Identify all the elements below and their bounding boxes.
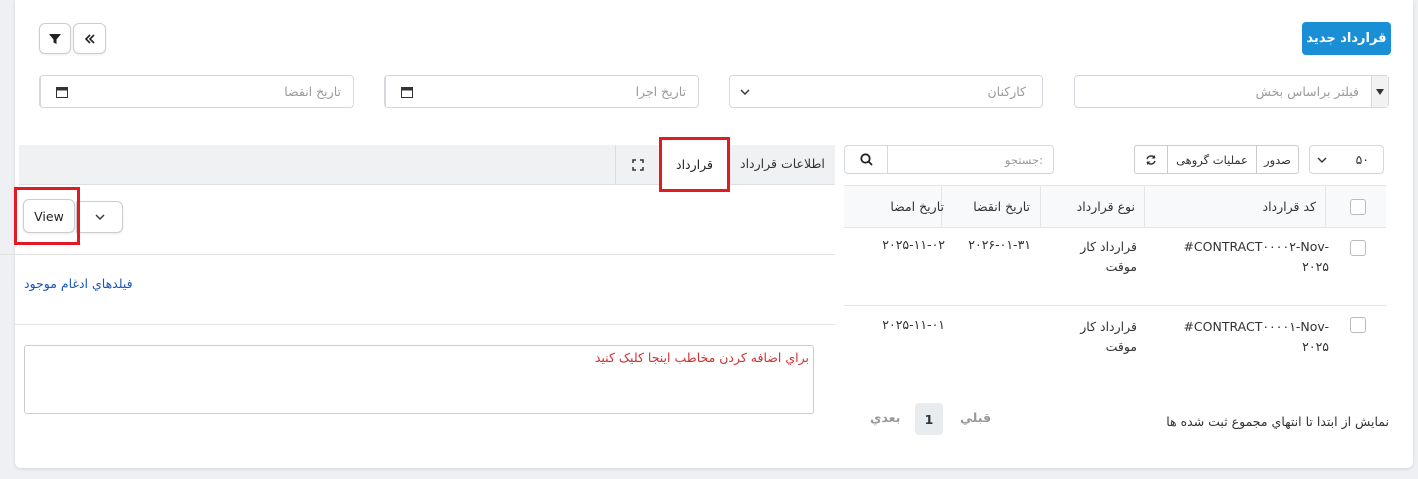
row-code: #CONTRACT۰۰۰۰۱-Nov- ۲۰۲۵ [1183, 317, 1329, 357]
add-contact-link[interactable]: براي اضافه کردن مخاطب اينجا کليک کنيد [595, 350, 809, 365]
caret-down-icon [1376, 88, 1384, 95]
filter-icon [49, 33, 61, 44]
row-type-line1: قرارداد کار [1080, 239, 1137, 254]
export-button[interactable]: صدور [1257, 146, 1298, 173]
row-code-line2: ۲۰۲۵ [1302, 259, 1329, 274]
contact-box[interactable]: براي اضافه کردن مخاطب اينجا کليک کنيد [24, 345, 814, 414]
exec-date-placeholder: تاریخ اجرا [635, 84, 686, 99]
exec-date-filter[interactable]: تاریخ اجرا [384, 75, 699, 108]
chevron-down-icon [1317, 157, 1327, 163]
row-code-line1: #CONTRACT۰۰۰۰۱-Nov- [1183, 319, 1329, 334]
table-search[interactable]: جستجو: [844, 145, 1054, 174]
refresh-button[interactable] [1135, 146, 1168, 173]
view-button-label: View [34, 208, 64, 224]
calendar-icon [401, 86, 413, 98]
collapse-button[interactable] [73, 23, 106, 54]
tab-contract-label: قرارداد [676, 157, 713, 172]
expand-icon [631, 159, 644, 171]
table-header: کد قرارداد نوع قرارداد تاریخ انقضا تاریخ… [844, 185, 1386, 228]
row-type-line2: موقت [1105, 339, 1137, 354]
col-sign-header[interactable]: تاریخ امضا [890, 199, 944, 214]
filter-button[interactable] [39, 23, 71, 54]
col-expire-header[interactable]: تاریخ انقضا [973, 199, 1030, 214]
row-sign: ۲۰۲۵-۱۱-۰۲ [882, 237, 945, 252]
row-code: #CONTRACT۰۰۰۰۲-Nov- ۲۰۲۵ [1183, 237, 1329, 277]
col-type-header[interactable]: نوع قرارداد [1077, 199, 1135, 214]
tab-contract-info[interactable]: اطلاعات قرارداد [740, 156, 825, 171]
expire-date-placeholder: تاریخ انقضا [284, 84, 341, 99]
row-code-line2: ۲۰۲۵ [1302, 339, 1329, 354]
refresh-icon [1146, 154, 1156, 165]
table-info: نمایش از ابتدا تا انتهاي مجموع ثبت شده ه… [1166, 414, 1389, 429]
row-checkbox[interactable] [1350, 317, 1366, 333]
section-placeholder: فیلتر براساس بخش [1255, 84, 1359, 99]
page-1-label: 1 [924, 411, 934, 427]
row-type-line2: موقت [1105, 259, 1137, 274]
chevron-down-icon [95, 214, 104, 220]
header-divider [1144, 186, 1145, 227]
next-page-button[interactable]: بعدي [870, 410, 900, 425]
fullscreen-button[interactable] [615, 145, 660, 185]
chevron-down-icon [740, 89, 750, 95]
search-placeholder: جستجو: [1004, 152, 1043, 167]
expire-date-filter[interactable]: تاریخ انقضا [39, 75, 354, 108]
tab-contract[interactable]: قرارداد [659, 137, 730, 192]
col-code-header[interactable]: کد قرارداد [1263, 199, 1316, 214]
row-type: قرارداد کار موقت [1080, 317, 1137, 357]
staff-select[interactable]: کارکنان [729, 75, 1043, 108]
staff-placeholder: کارکنان [987, 84, 1026, 99]
calendar-button[interactable] [40, 76, 83, 107]
prev-page-button[interactable]: قبلي [960, 410, 991, 425]
merge-fields-link[interactable]: فیلدهاي ادغام موجود [24, 276, 133, 291]
header-divider [1040, 186, 1041, 227]
calendar-button[interactable] [385, 76, 428, 107]
header-divider [1325, 186, 1326, 227]
page-size-value: ۵۰ [1355, 152, 1369, 167]
double-chevron-left-icon [84, 33, 95, 44]
table-actions: عملیات گروهی صدور [1134, 145, 1299, 174]
divider [15, 324, 835, 325]
view-dropdown-toggle[interactable] [76, 201, 123, 233]
view-button[interactable]: View [23, 199, 75, 233]
row-sign: ۲۰۲۵-۱۱-۰۱ [882, 317, 945, 332]
calendar-icon [56, 86, 68, 98]
row-code-line1: #CONTRACT۰۰۰۰۲-Nov- [1183, 239, 1329, 254]
search-button[interactable] [845, 146, 888, 173]
search-icon [859, 153, 873, 166]
row-checkbox[interactable] [1350, 240, 1366, 256]
divider [0, 254, 835, 255]
row-type-line1: قرارداد کار [1080, 319, 1137, 334]
new-contract-button[interactable]: قرارداد جدید [1302, 22, 1391, 55]
table-row[interactable]: #CONTRACT۰۰۰۰۲-Nov- ۲۰۲۵ قرارداد کار موق… [844, 228, 1386, 306]
section-filter[interactable]: فیلتر براساس بخش [1074, 75, 1389, 108]
select-all-checkbox[interactable] [1350, 199, 1366, 215]
row-expire: ۲۰۲۶-۰۱-۳۱ [968, 237, 1031, 252]
bulk-actions-button[interactable]: عملیات گروهی [1168, 146, 1257, 173]
section-dropdown-toggle[interactable] [1371, 76, 1388, 107]
page-size-select[interactable]: ۵۰ [1309, 145, 1384, 174]
table-row[interactable]: #CONTRACT۰۰۰۰۱-Nov- ۲۰۲۵ قرارداد کار موق… [844, 306, 1386, 384]
row-type: قرارداد کار موقت [1080, 237, 1137, 277]
page-1-button[interactable]: 1 [915, 403, 943, 435]
main-card: قرارداد جدید تاریخ انقضا تاریخ اجرا کارک… [0, 0, 1413, 468]
